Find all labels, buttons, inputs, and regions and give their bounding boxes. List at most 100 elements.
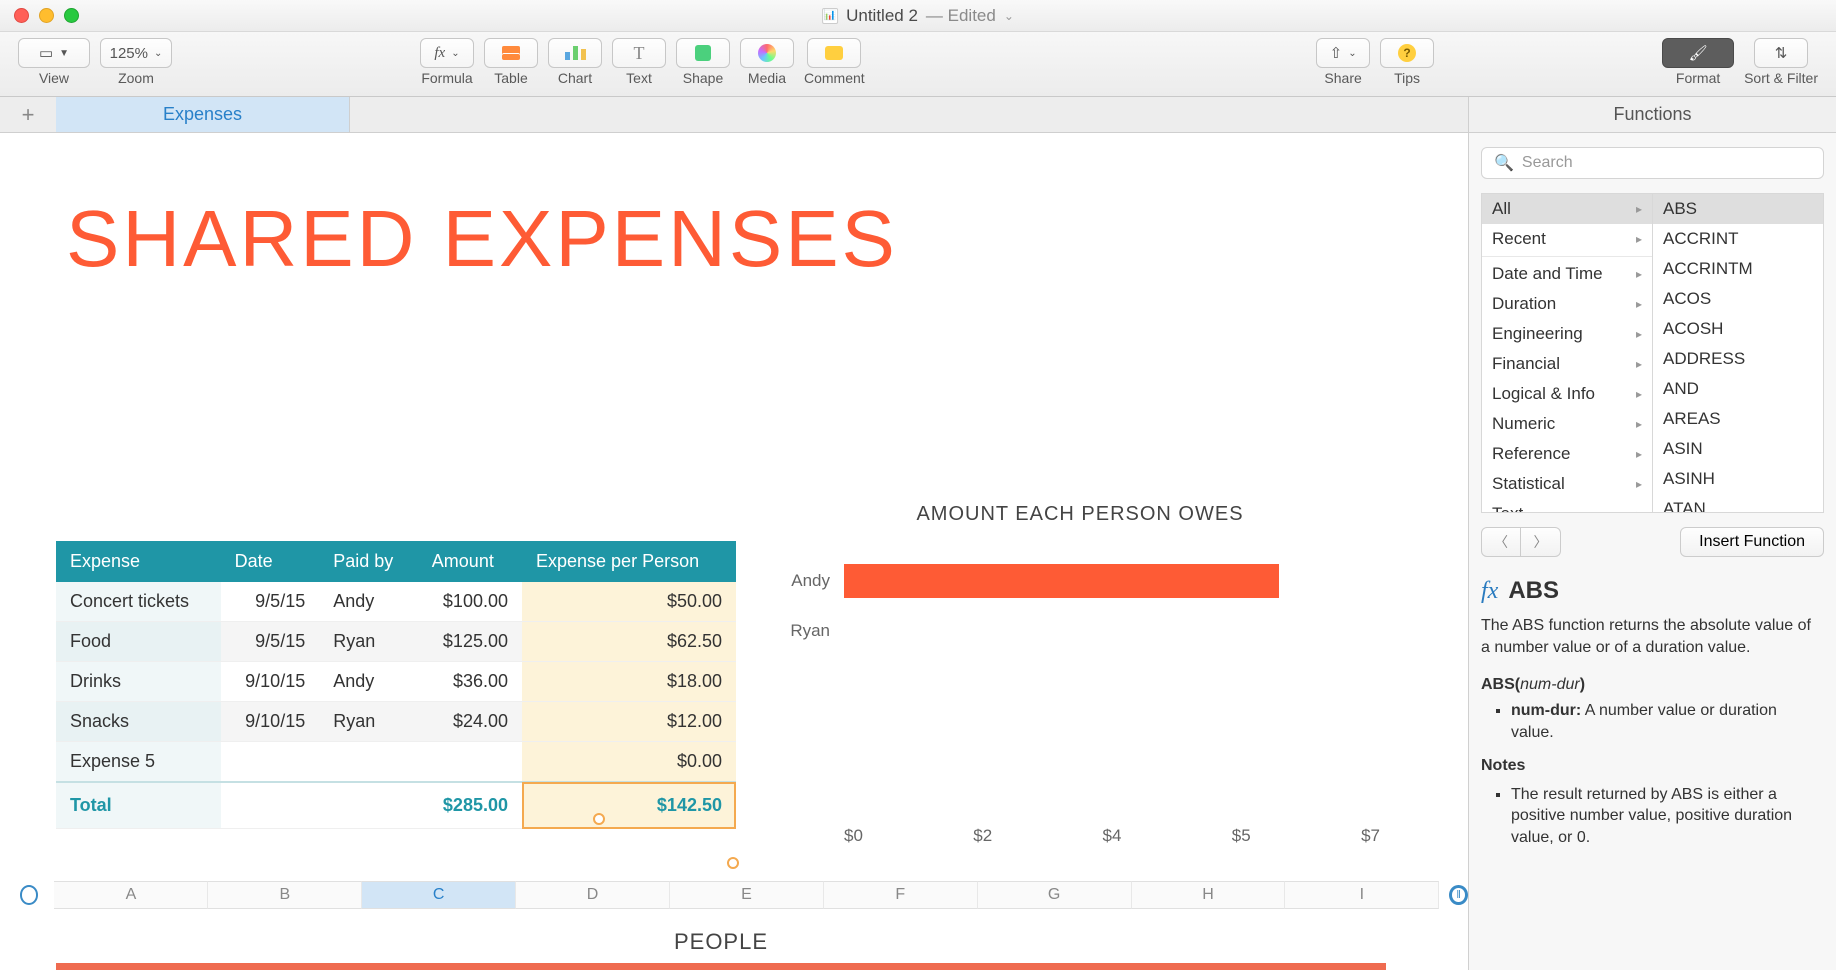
category-item[interactable]: Text▸ [1482, 499, 1652, 513]
zoom-dropdown[interactable]: 125%⌄ Zoom [100, 38, 172, 86]
column-header[interactable]: B [208, 881, 362, 909]
col-header[interactable]: Owes or Due [536, 963, 844, 970]
category-item[interactable]: Numeric▸ [1482, 409, 1652, 439]
document-title[interactable]: 📊 Untitled 2 — Edited ⌄ [822, 6, 1014, 26]
col-header[interactable]: Expense per Person [522, 541, 736, 582]
col-header[interactable]: Ryan owes [1114, 963, 1386, 970]
total-epp-cell[interactable]: $142.50 [522, 782, 736, 829]
column-header[interactable]: H [1132, 881, 1286, 909]
function-item[interactable]: ACCRINT [1653, 224, 1823, 254]
column-header[interactable]: E [670, 881, 824, 909]
category-list[interactable]: All▸Recent▸ Date and Time▸Duration▸Engine… [1481, 193, 1652, 513]
function-item[interactable]: ATAN [1653, 494, 1823, 513]
document-name: Untitled 2 [846, 6, 918, 26]
format-button[interactable]: 🖌 Format [1662, 38, 1734, 86]
function-item[interactable]: ADDRESS [1653, 344, 1823, 374]
col-header[interactable]: Amount [418, 541, 522, 582]
media-icon [758, 44, 776, 62]
shape-button[interactable]: Shape [676, 38, 730, 86]
spreadsheet-canvas[interactable]: SHARED EXPENSES EXPENSES Expense Date Pa… [0, 133, 1468, 970]
column-header-row[interactable]: ABCDEFGHI ‖ [56, 881, 1468, 909]
close-window-button[interactable] [14, 8, 29, 23]
shape-icon [695, 45, 711, 61]
notes-header: Notes [1481, 755, 1824, 777]
chart-button[interactable]: Chart [548, 38, 602, 86]
column-header[interactable]: D [516, 881, 670, 909]
category-item[interactable]: Duration▸ [1482, 289, 1652, 319]
function-item[interactable]: ABS [1653, 194, 1823, 224]
help-nav: 〈 〉 [1481, 527, 1561, 557]
column-header[interactable]: F [824, 881, 978, 909]
functions-panel: 🔍 Search All▸Recent▸ Date and Time▸Durati… [1468, 133, 1836, 970]
chart-amount-owed[interactable]: AMOUNT EACH PERSON OWES AndyRyan$0$2$4$5… [780, 503, 1380, 846]
chart-bar: Andy [780, 556, 1380, 606]
table-row[interactable]: Drinks9/10/15Andy$36.00$18.00 [56, 662, 736, 702]
selection-handle[interactable] [727, 857, 739, 869]
zoom-window-button[interactable] [64, 8, 79, 23]
function-item[interactable]: ACCRINTM [1653, 254, 1823, 284]
function-item[interactable]: ASIN [1653, 434, 1823, 464]
col-header[interactable]: Date [221, 541, 320, 582]
col-header[interactable]: Person [56, 963, 255, 970]
col-header[interactable]: Contributed [255, 963, 536, 970]
column-header[interactable]: G [978, 881, 1132, 909]
table-row[interactable]: Concert tickets9/5/15Andy$100.00$50.00 [56, 582, 736, 622]
media-button[interactable]: Media [740, 38, 794, 86]
function-list[interactable]: ABSACCRINTACCRINTMACOSACOSHADDRESSANDARE… [1652, 193, 1824, 513]
column-header[interactable]: I [1285, 881, 1439, 909]
function-item[interactable]: AND [1653, 374, 1823, 404]
col-header[interactable]: Andy owes [844, 963, 1114, 970]
tips-button[interactable]: ? Tips [1380, 38, 1434, 86]
help-forward-button[interactable]: 〉 [1521, 527, 1561, 557]
add-column-handle[interactable]: ‖ [1449, 885, 1468, 905]
category-item[interactable]: Logical & Info▸ [1482, 379, 1652, 409]
sort-icon: ⇅ [1775, 44, 1788, 62]
text-button[interactable]: T Text [612, 38, 666, 86]
table-icon [502, 46, 520, 60]
people-table[interactable]: Person Contributed Owes or Due Andy owes… [56, 963, 1386, 970]
people-section-title: PEOPLE [56, 929, 1386, 955]
minimize-window-button[interactable] [39, 8, 54, 23]
category-item[interactable]: Financial▸ [1482, 349, 1652, 379]
sheet-tab-expenses[interactable]: Expenses [56, 97, 350, 132]
row-number-gutter[interactable]: 1234 [20, 963, 56, 970]
expenses-table[interactable]: Expense Date Paid by Amount Expense per … [56, 541, 736, 829]
table-row[interactable]: Expense 5$0.00 [56, 742, 736, 783]
table-handle[interactable] [20, 885, 38, 905]
function-search-input[interactable]: 🔍 Search [1481, 147, 1824, 179]
total-amount: $285.00 [418, 782, 522, 829]
function-item[interactable]: ACOS [1653, 284, 1823, 314]
share-button[interactable]: ⇧ ⌄ Share [1316, 38, 1370, 86]
category-item[interactable]: Reference▸ [1482, 439, 1652, 469]
category-item[interactable]: Engineering▸ [1482, 319, 1652, 349]
insert-function-button[interactable]: Insert Function [1680, 527, 1824, 557]
function-item[interactable]: ASINH [1653, 464, 1823, 494]
search-icon: 🔍 [1494, 153, 1514, 173]
help-back-button[interactable]: 〈 [1481, 527, 1521, 557]
document-icon: 📊 [822, 8, 838, 24]
category-item[interactable]: Recent▸ [1482, 224, 1652, 254]
function-item[interactable]: ACOSH [1653, 314, 1823, 344]
category-item[interactable]: Date and Time▸ [1482, 259, 1652, 289]
table-button[interactable]: Table [484, 38, 538, 86]
column-header[interactable]: C [362, 881, 516, 909]
function-item[interactable]: AREAS [1653, 404, 1823, 434]
selection-handle[interactable] [593, 813, 605, 825]
table-row[interactable]: Snacks9/10/15Ryan$24.00$12.00 [56, 702, 736, 742]
table-row[interactable]: Food9/5/15Ryan$125.00$62.50 [56, 622, 736, 662]
row-number[interactable]: 1 [20, 963, 56, 970]
add-sheet-button[interactable]: + [0, 97, 56, 132]
view-button[interactable]: ▭ ▼ View [18, 38, 90, 86]
help-signature: ABS(num-dur) [1481, 674, 1824, 696]
tab-strip: + Expenses Functions [0, 97, 1836, 133]
category-item[interactable]: All▸ [1482, 194, 1652, 224]
panel-title: Functions [1468, 97, 1836, 132]
share-icon: ⇧ [1330, 44, 1343, 62]
category-item[interactable]: Statistical▸ [1482, 469, 1652, 499]
col-header[interactable]: Expense [56, 541, 221, 582]
sort-filter-button[interactable]: ⇅ Sort & Filter [1744, 38, 1818, 86]
col-header[interactable]: Paid by [319, 541, 418, 582]
comment-button[interactable]: Comment [804, 38, 865, 86]
formula-button[interactable]: fx ⌄ Formula [420, 38, 474, 86]
column-header[interactable]: A [54, 881, 208, 909]
